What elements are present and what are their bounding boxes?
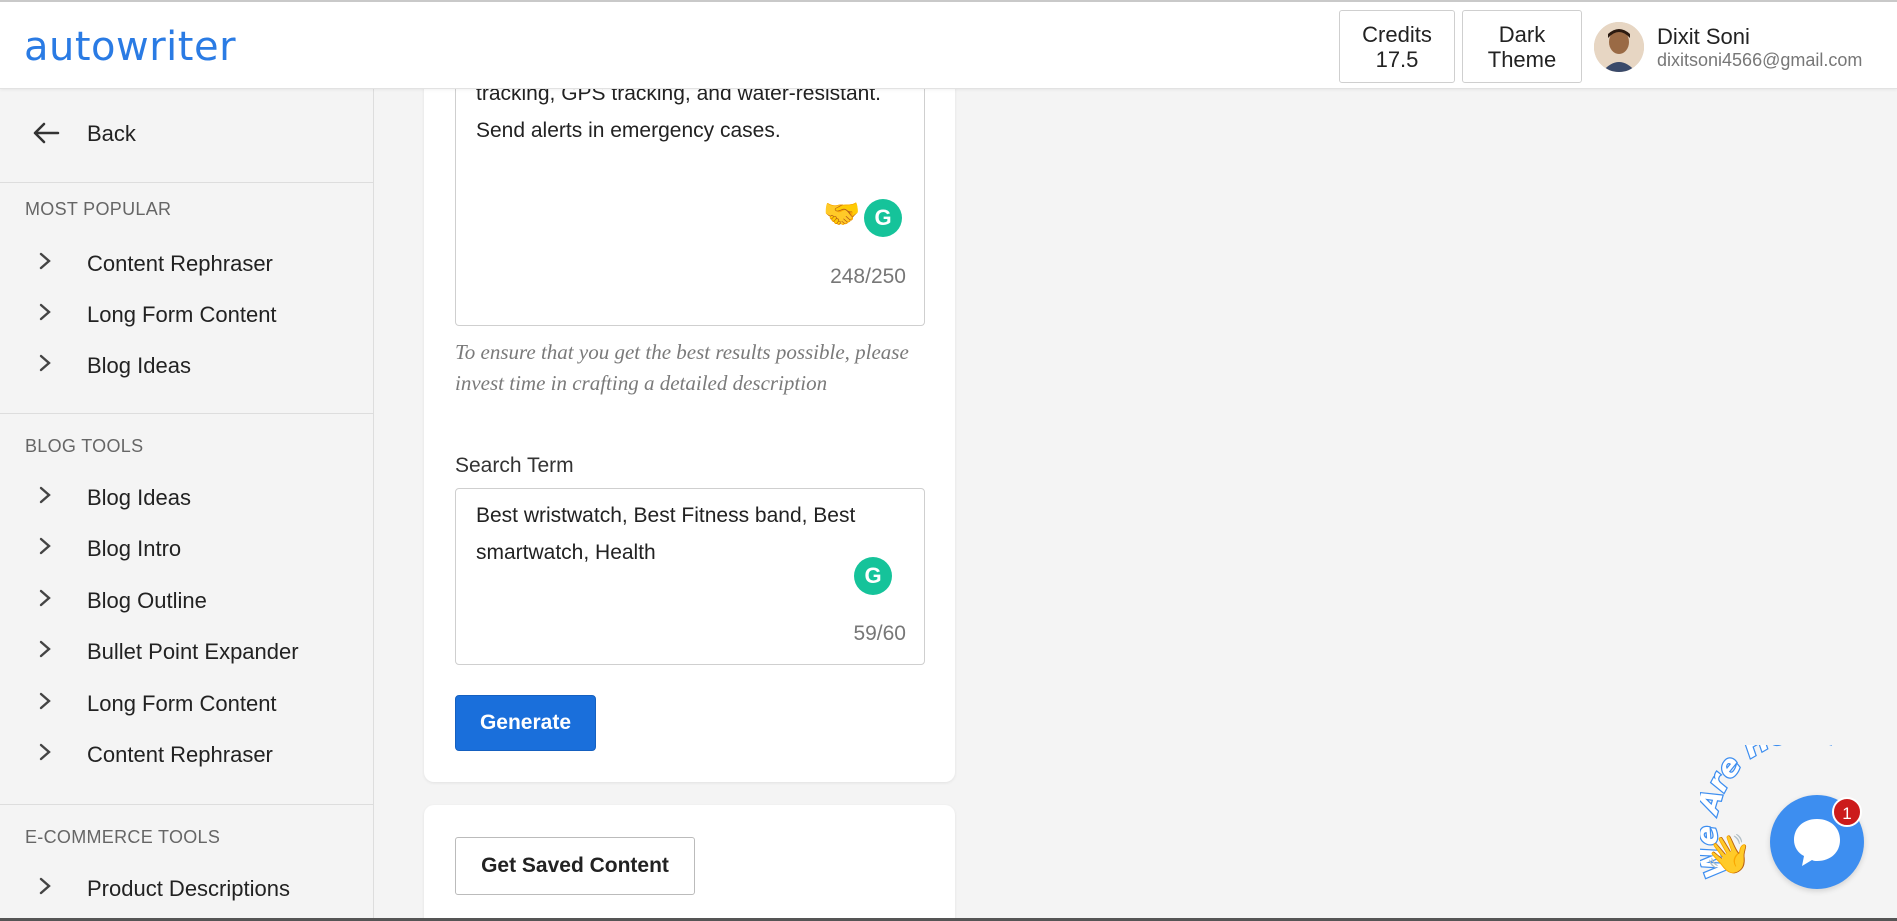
user-email: dixitsoni4566@gmail.com [1657,50,1863,70]
chevron-right-icon [39,877,51,895]
chevron-right-icon [39,589,51,607]
sidebar-item-label: Blog Ideas [87,353,191,378]
chevron-right-icon [39,486,51,504]
theme-label-line2: Theme [1487,47,1557,72]
description-textarea[interactable]: tracking, GPS tracking, and water-resist… [455,70,925,326]
section-title-most-popular: MOST POPULAR [25,199,172,219]
grammarly-icon[interactable]: G [864,199,902,237]
chevron-right-icon [39,252,51,270]
sidebar-item-content-rephraser[interactable]: Content Rephraser [0,241,373,285]
divider [0,413,373,414]
search-term-counter: 59/60 [853,622,906,645]
sidebar-item-label: Blog Ideas [87,485,191,510]
search-term-label: Search Term [455,454,574,477]
unread-badge: 1 [1832,797,1862,827]
sidebar-item-blog-ideas[interactable]: Blog Ideas [0,475,373,519]
search-term-line: Best wristwatch, Best Fitness band, Best [476,504,856,527]
grammarly-icon[interactable]: G [854,557,892,595]
user-avatar-icon [1594,22,1644,72]
generate-button[interactable]: Generate [455,695,596,751]
sidebar-item-label: Blog Intro [87,536,182,561]
sidebar-item-bullet-point-expander[interactable]: Bullet Point Expander [0,629,373,673]
sidebar-item-label: Long Form Content [87,302,277,327]
sidebar-item-label: Content Rephraser [87,742,273,767]
sidebar-item-blog-outline[interactable]: Blog Outline [0,578,373,622]
sidebar-item-label: Product Descriptions [87,876,290,901]
section-title-ecommerce-tools: E-COMMERCE TOOLS [25,827,221,847]
theme-label-line1: Dark [1498,22,1546,47]
sidebar-item-blog-intro[interactable]: Blog Intro [0,526,373,570]
description-hint: To ensure that you get the best results … [455,340,909,395]
form-card: tracking, GPS tracking, and water-resist… [424,70,955,782]
sidebar-item-long-form-content[interactable]: Long Form Content [0,292,373,336]
sidebar-item-long-form-content[interactable]: Long Form Content [0,681,373,725]
description-line: Send alerts in emergency cases. [476,119,781,142]
search-term-textarea[interactable]: Best wristwatch, Best Fitness band, Best… [455,488,925,665]
sidebar-item-label: Blog Outline [87,588,207,613]
sidebar-item-product-descriptions[interactable]: Product Descriptions [0,866,373,910]
credits-button[interactable]: Credits 17.5 [1339,10,1455,83]
arrow-left-icon [33,122,60,144]
avatar[interactable] [1594,22,1644,72]
description-counter: 248/250 [830,265,906,288]
wave-hand-icon: 👋 [1705,834,1753,876]
back-button[interactable]: Back [0,89,373,183]
divider [0,804,373,805]
user-name[interactable]: Dixit Soni [1657,24,1750,50]
chevron-right-icon [39,743,51,761]
search-term-text: Best wristwatch, Best Fitness band, Best… [476,497,906,571]
top-header: autowriter Credits 17.5 Dark Theme Dixit… [0,0,1897,89]
chevron-right-icon [39,303,51,321]
search-term-line: smartwatch, Health [476,541,656,564]
credits-label: Credits [1362,22,1432,47]
sidebar-item-blog-ideas[interactable]: Blog Ideas [0,343,373,387]
chevron-right-icon [39,692,51,710]
chevron-right-icon [39,354,51,372]
back-label: Back [87,121,136,146]
handshake-emoji-icon[interactable]: 🤝 [823,197,860,232]
sidebar-item-label: Long Form Content [87,691,277,716]
sidebar: Back MOST POPULAR Content Rephraser Long… [0,89,374,921]
chevron-right-icon [39,640,51,658]
autowriter-logo[interactable]: autowriter [24,24,236,70]
get-saved-content-button[interactable]: Get Saved Content [455,837,695,895]
chevron-right-icon [39,537,51,555]
sidebar-item-content-rephraser[interactable]: Content Rephraser [0,732,373,776]
sidebar-item-label: Content Rephraser [87,251,273,276]
section-title-blog-tools: BLOG TOOLS [25,436,144,456]
dark-theme-button[interactable]: Dark Theme [1462,10,1582,83]
credits-value: 17.5 [1375,47,1419,72]
sidebar-item-label: Bullet Point Expander [87,639,299,664]
saved-content-card: Get Saved Content [424,805,955,921]
